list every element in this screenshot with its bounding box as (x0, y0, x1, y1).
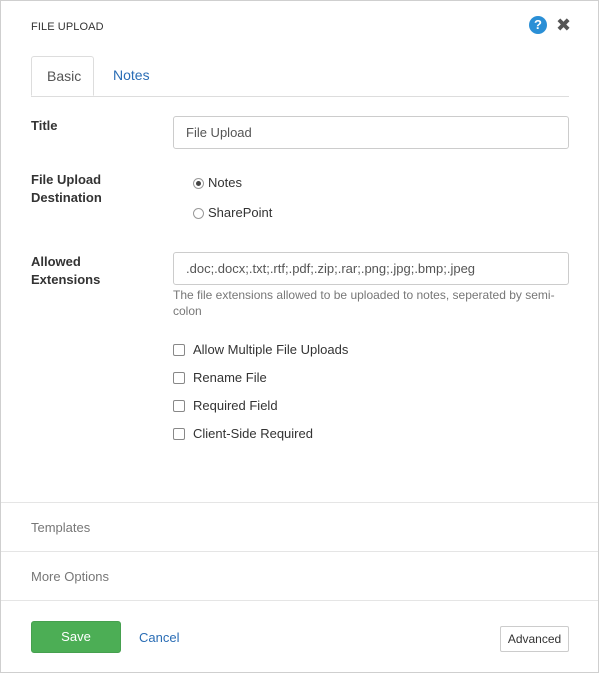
divider (1, 502, 598, 503)
checkbox-rename-file[interactable]: Rename File (173, 370, 267, 386)
checkbox-client-side-required[interactable]: Client-Side Required (173, 426, 313, 442)
dialog-title: FILE UPLOAD (31, 21, 104, 33)
help-icon[interactable]: ? (529, 16, 547, 34)
checkbox-allow-multiple-label: Allow Multiple File Uploads (193, 342, 349, 357)
file-upload-dialog: FILE UPLOAD ? ✖ Basic Notes Title File U… (0, 0, 599, 673)
tab-bar: Basic Notes (31, 56, 569, 97)
checkbox-required-field-label: Required Field (193, 398, 278, 413)
title-input[interactable] (173, 116, 569, 149)
title-label: Title (31, 118, 58, 133)
tab-basic[interactable]: Basic (31, 56, 94, 96)
radio-notes-circle[interactable] (193, 178, 204, 189)
extensions-label: Allowed Extensions (31, 253, 100, 289)
radio-notes[interactable]: Notes (193, 175, 242, 191)
checkbox-allow-multiple-box[interactable] (173, 344, 185, 356)
cancel-button[interactable]: Cancel (139, 630, 179, 645)
tab-notes[interactable]: Notes (98, 56, 165, 95)
radio-sharepoint-label: SharePoint (208, 205, 273, 220)
section-more-options[interactable]: More Options (31, 569, 109, 584)
checkbox-client-side-required-label: Client-Side Required (193, 426, 313, 441)
destination-label-line2: Destination (31, 190, 102, 205)
radio-notes-label: Notes (208, 175, 242, 190)
extensions-input[interactable] (173, 252, 569, 285)
extensions-help-text: The file extensions allowed to be upload… (173, 288, 555, 318)
extensions-label-line2: Extensions (31, 272, 101, 287)
checkbox-client-side-required-box[interactable] (173, 428, 185, 440)
save-button[interactable]: Save (31, 621, 121, 653)
advanced-button[interactable]: Advanced (500, 626, 569, 652)
checkbox-rename-file-label: Rename File (193, 370, 267, 385)
section-templates[interactable]: Templates (31, 520, 90, 535)
checkbox-rename-file-box[interactable] (173, 372, 185, 384)
checkbox-allow-multiple[interactable]: Allow Multiple File Uploads (173, 342, 348, 358)
radio-sharepoint-circle[interactable] (193, 208, 204, 219)
extensions-label-line1: Allowed (31, 254, 81, 269)
radio-sharepoint[interactable]: SharePoint (193, 205, 272, 221)
close-icon[interactable]: ✖ (556, 14, 571, 36)
checkbox-required-field[interactable]: Required Field (173, 398, 278, 414)
destination-label: File Upload Destination (31, 171, 102, 207)
destination-label-line1: File Upload (31, 172, 102, 187)
divider (1, 600, 598, 601)
divider (1, 551, 598, 552)
checkbox-required-field-box[interactable] (173, 400, 185, 412)
